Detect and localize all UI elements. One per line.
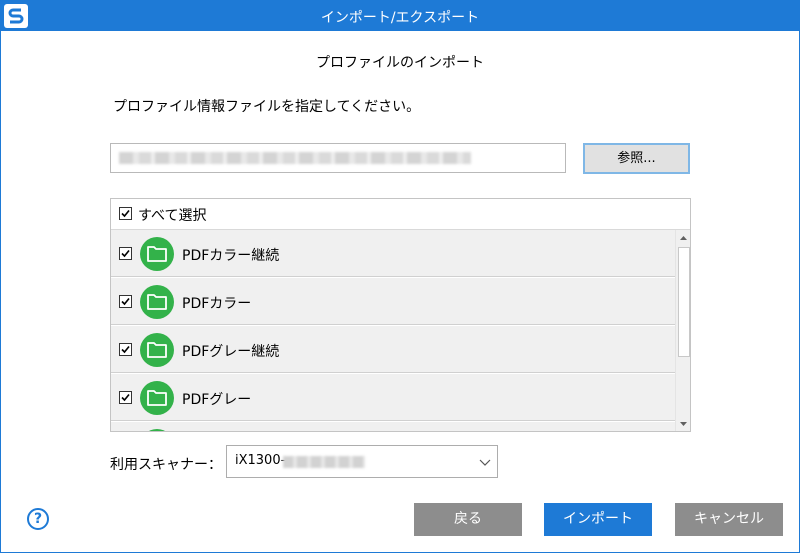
profile-label: PDFグレー: [182, 392, 252, 408]
instruction-text: プロファイル情報ファイルを指定してください。: [113, 99, 421, 115]
profile-list: すべて選択 PDFカラー継続 PDFカラー PDFグレー継続 PDFグレー: [110, 198, 691, 432]
list-item[interactable]: [111, 422, 675, 431]
profile-checkbox[interactable]: [119, 295, 132, 308]
back-button[interactable]: 戻る: [414, 503, 522, 536]
import-button[interactable]: インポート: [544, 503, 652, 536]
profile-label: PDFカラー継続: [182, 248, 280, 264]
profile-rows: PDFカラー継続 PDFカラー PDFグレー継続 PDFグレー: [111, 230, 675, 431]
select-all-row[interactable]: すべて選択: [111, 199, 690, 230]
select-all-label: すべて選択: [138, 208, 207, 224]
folder-icon: [140, 381, 174, 415]
scanner-label: 利用スキャナー：: [110, 457, 222, 473]
scroll-thumb[interactable]: [678, 247, 690, 357]
profile-checkbox[interactable]: [119, 391, 132, 404]
list-item[interactable]: PDFカラー継続: [111, 230, 675, 277]
list-item[interactable]: PDFグレー: [111, 374, 675, 421]
folder-icon: [140, 429, 174, 431]
list-item[interactable]: PDFグレー継続: [111, 326, 675, 373]
scanner-value: iX1300-: [235, 453, 286, 468]
profile-label: PDFカラー: [182, 296, 252, 312]
dialog-heading: プロファイルのインポート: [316, 55, 484, 71]
folder-icon: [140, 285, 174, 319]
window-title: インポート/エクスポート: [320, 10, 480, 26]
list-item[interactable]: PDFカラー: [111, 278, 675, 325]
select-all-checkbox[interactable]: [119, 207, 132, 220]
cancel-button[interactable]: キャンセル: [675, 503, 783, 536]
profile-label: PDFグレー継続: [182, 344, 280, 360]
scanner-dropdown[interactable]: iX1300-: [226, 445, 498, 478]
profile-checkbox[interactable]: [119, 343, 132, 356]
profile-checkbox[interactable]: [119, 247, 132, 260]
file-path-input[interactable]: [110, 143, 566, 173]
list-scrollbar[interactable]: [675, 230, 690, 431]
redacted-path: [119, 152, 471, 164]
folder-icon: [140, 237, 174, 271]
redacted-serial: [283, 456, 365, 468]
scroll-up-arrow-icon[interactable]: [676, 230, 690, 246]
title-bar: インポート/エクスポート: [0, 0, 800, 31]
help-icon[interactable]: ?: [27, 508, 49, 530]
scroll-down-arrow-icon[interactable]: [676, 416, 690, 431]
folder-icon: [140, 333, 174, 367]
browse-button[interactable]: 参照...: [583, 143, 690, 174]
chevron-down-icon: [479, 459, 491, 466]
